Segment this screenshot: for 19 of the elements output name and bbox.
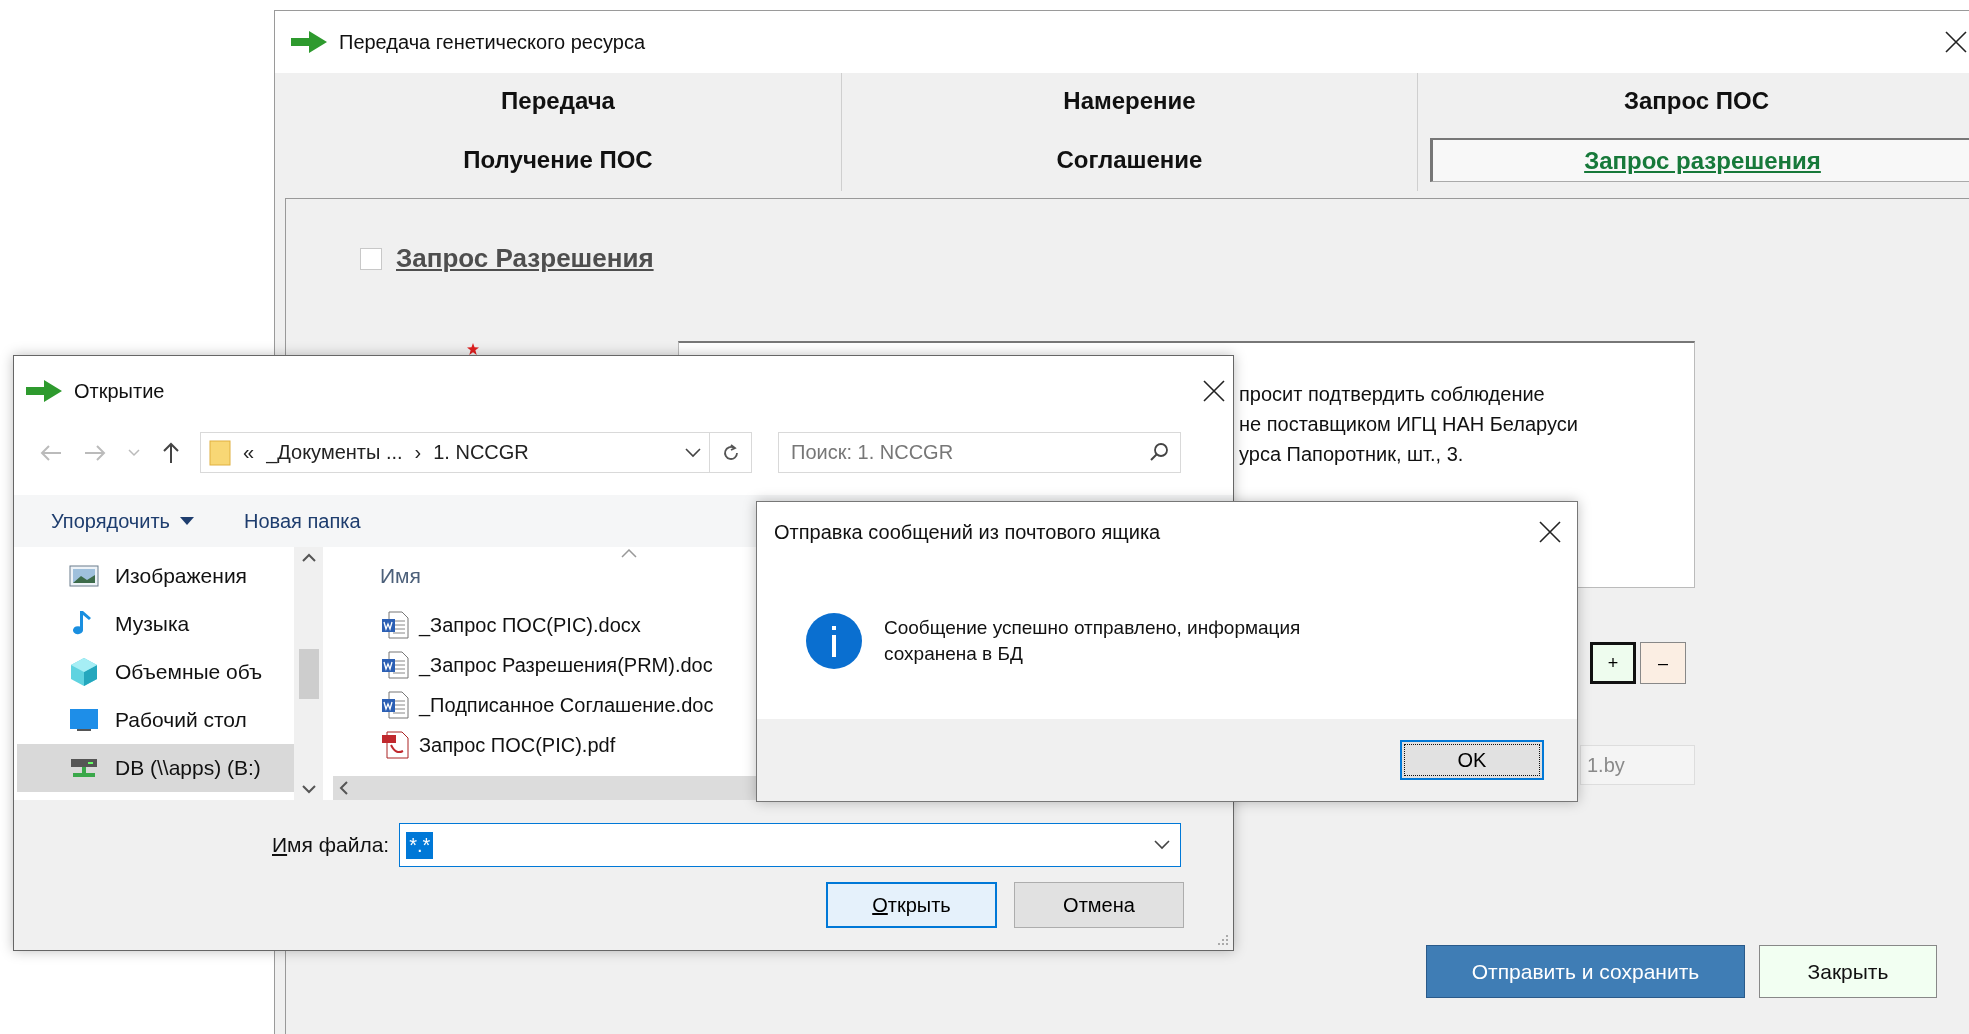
request-text-line: не поставщиком ИГЦ НАН Беларуси [1239, 412, 1579, 437]
window-title: Передача генетического ресурса [339, 30, 645, 54]
breadcrumb-separator: › [414, 441, 422, 464]
dialog-title: Открытие [74, 379, 165, 403]
nav-item-label: Музыка [115, 612, 190, 636]
nav-item-label: Рабочий стол [115, 708, 247, 732]
file-name: _Запрос ПОС(PIC).docx [419, 613, 641, 637]
dialog-title: Отправка сообщений из почтового ящика [774, 520, 1161, 544]
message-text: Сообщение успешно отправлено, информация сохранена в БД [884, 615, 1302, 666]
filename-label: Имя файла: [272, 833, 390, 857]
file-name: _Запрос Разрешения(PRM).doc [419, 653, 713, 677]
request-text-line: урса Папоротник, шт., 3. [1239, 442, 1465, 467]
section-title: Запрос Разрешения [396, 243, 654, 274]
file-name: Запрос ПОС(PIC).pdf [419, 733, 616, 757]
request-text-line: просит подтвердить соблюдение [1239, 382, 1546, 407]
nav-item-label: DB (\\apps) (B:) [115, 756, 261, 780]
nav-item-label: Объемные объ [115, 660, 263, 684]
file-name: _Подписанное Соглашение.doc [419, 693, 714, 717]
nav-item-label: Изображения [115, 564, 247, 588]
